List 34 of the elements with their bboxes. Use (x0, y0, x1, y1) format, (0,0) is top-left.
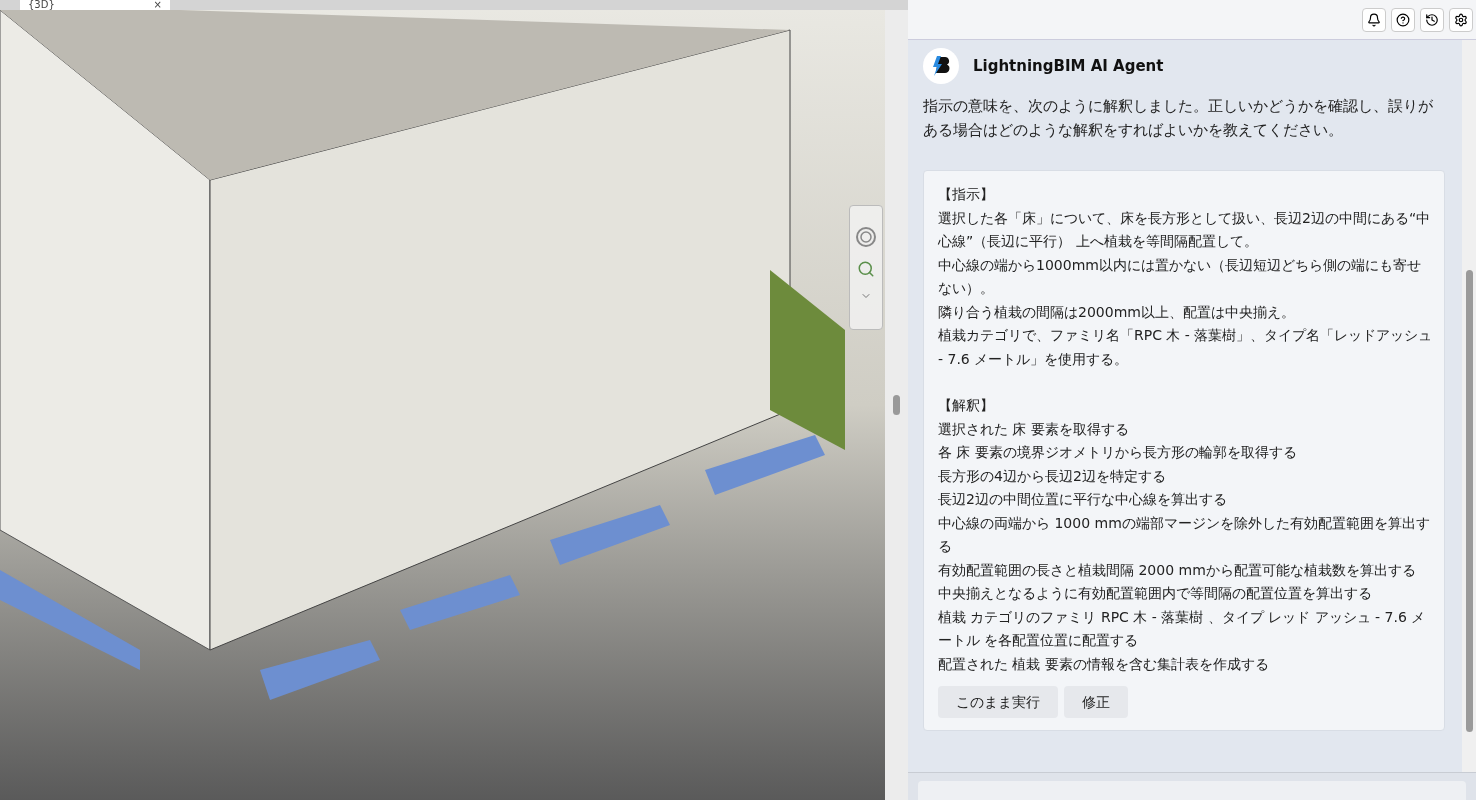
help-icon (1396, 12, 1410, 27)
bell-button[interactable] (1362, 7, 1386, 32)
text-line: 中心線の端から1000mm以内には置かない（長辺短辺どちら側の端にも寄せない）。 (938, 255, 1422, 298)
text-line: 選択した各「床」について、床を長方形として扱い、長辺2辺の中間にある“中心線”（長辺に平行） 上へ植栽を等間隔配置して。 (938, 208, 1432, 251)
text-line: 長辺2辺の中間位置に平行な中心線を算出する (938, 490, 1228, 509)
help-button[interactable] (1391, 7, 1415, 32)
text-line: 植栽カテゴリで、ファミリ名「RPC 木 - 落葉樹」、タイプ名「レッドアッシュ - 7.6 メートル」を使用する。 (938, 326, 1434, 369)
text-line: 選択された 床 要素を取得する (938, 419, 1130, 439)
text-line: 各 床 要素の境界ジオメトリから長方形の輪郭を取得する (938, 443, 1298, 462)
bell-icon (1367, 12, 1381, 27)
settings-icon (1454, 12, 1468, 27)
section-heading: 【指示】 (938, 185, 995, 204)
text-line: 長方形の4辺から長辺2辺を特定する (938, 466, 1167, 486)
settings-button[interactable] (1449, 7, 1473, 32)
steering-wheel-icon[interactable] (855, 226, 877, 248)
action-button[interactable]: このまま実行 (938, 686, 1058, 718)
text-line: 隣り合う植栽の間隔は2000mm以上、配置は中央揃え。 (938, 302, 1296, 322)
history-icon (1425, 12, 1439, 27)
text-line: 中央揃えとなるように有効配置範囲内で等間隔の配置位置を算出する (938, 584, 1373, 603)
scrollbar[interactable] (1462, 40, 1476, 772)
agent-name: LightningBIM AI Agent (973, 55, 1164, 77)
close-icon[interactable]: × (153, 0, 162, 10)
history-button[interactable] (1420, 7, 1444, 32)
text-line: 植栽 カテゴリのファミリ RPC 木 - 落葉樹 、タイプ レッド アッシュ - 7.6 メートル を各配置位置に配置する (938, 607, 1427, 650)
logo-icon (930, 55, 952, 77)
text-line: 配置された 植栽 要素の情報を含む集計表を作成する (938, 654, 1270, 674)
scrollbar[interactable] (885, 10, 908, 800)
text-line: 有効配置範囲の長さと植栽間隔 2000 mmから配置可能な植栽数を算出する (938, 560, 1417, 580)
view-tab[interactable]: {3D} × (20, 0, 170, 10)
zoom-icon[interactable] (857, 260, 875, 278)
text-line: 中心線の両端から 1000 mmの端部マージンを除外した有効配置範囲を算出する (938, 513, 1431, 556)
intro-message: 指示の意味を、次のように解釈しました。正しいかどうかを確認し、誤りがある場合はどのような解釈をすればよいかを教えてください。 (923, 97, 1434, 140)
action-button[interactable]: 修正 (1064, 686, 1128, 718)
section-heading: 【解釈】 (938, 396, 995, 415)
